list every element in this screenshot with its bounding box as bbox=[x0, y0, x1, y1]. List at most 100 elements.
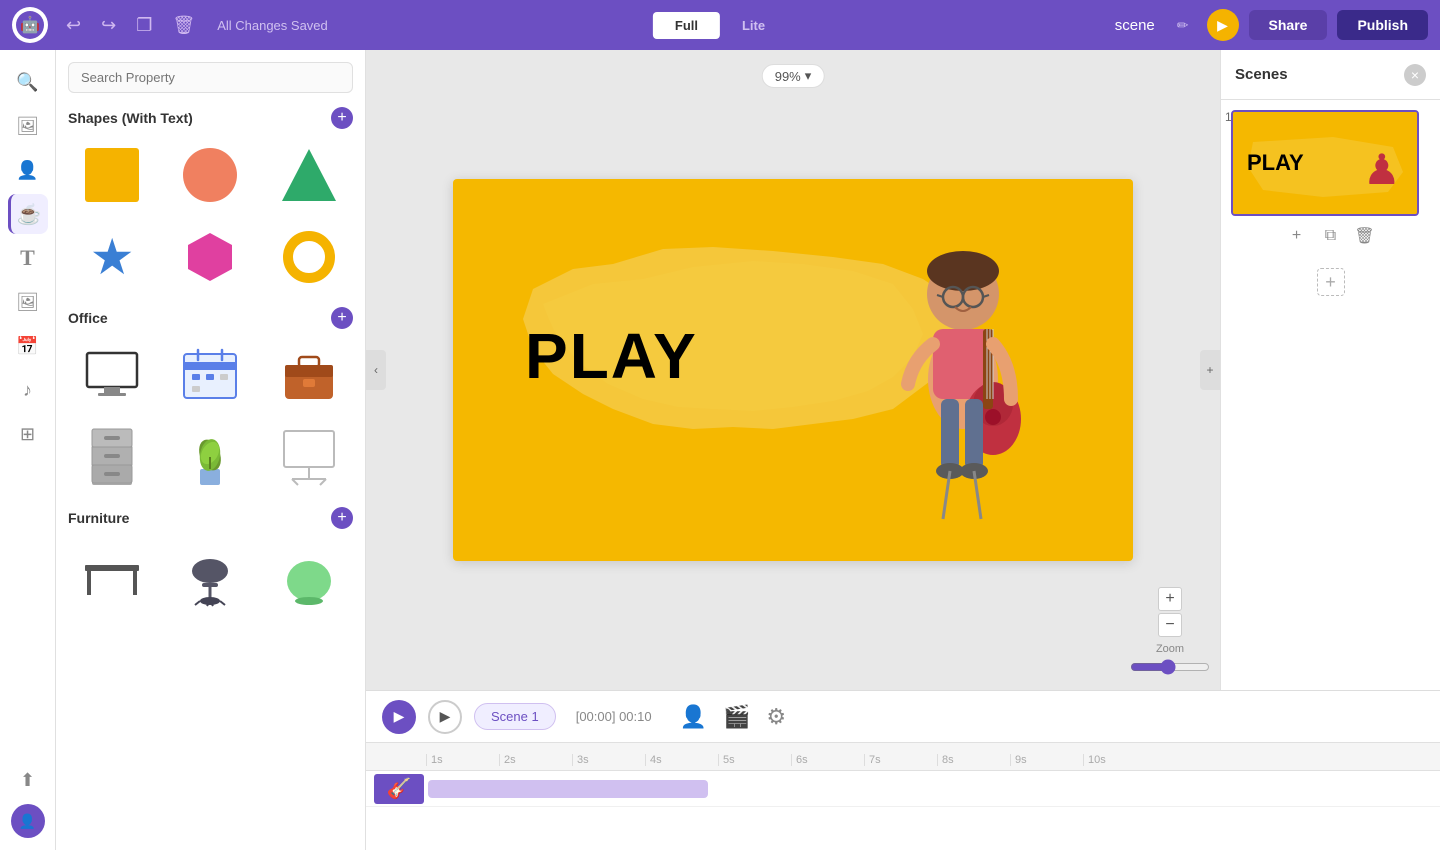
canvas-area: 99% ▾ ‹ PLAY bbox=[366, 50, 1220, 690]
ruler-10s: 10s bbox=[1083, 754, 1156, 766]
add-shape-button[interactable]: + bbox=[331, 107, 353, 129]
toggle-lite-button[interactable]: Lite bbox=[720, 12, 787, 39]
panel-collapse-handle[interactable]: ‹ bbox=[366, 350, 386, 390]
shapes-section-header: Shapes (With Text) + bbox=[68, 107, 353, 129]
track-thumb-1[interactable]: 🎸 bbox=[374, 774, 424, 804]
iconbar-text[interactable]: T bbox=[8, 238, 48, 278]
scene-delete-button[interactable]: 🗑 bbox=[1351, 222, 1379, 250]
office-title: Office bbox=[68, 310, 108, 326]
furniture-desk[interactable] bbox=[68, 539, 156, 611]
triangle-icon bbox=[282, 149, 336, 201]
timeline-media-icon[interactable]: 🎬 bbox=[723, 704, 750, 730]
undo-button[interactable]: ↩ bbox=[60, 11, 87, 40]
scenes-panel: Scenes × 1 PLAY ♟ + bbox=[1220, 50, 1440, 690]
guitarist-svg bbox=[853, 199, 1073, 539]
scene-play-text[interactable]: PLAY bbox=[525, 319, 698, 393]
iconbar-calendar[interactable]: 📅 bbox=[8, 326, 48, 366]
svg-text:PLAY: PLAY bbox=[1247, 150, 1304, 175]
edit-scene-icon[interactable]: ✏ bbox=[1177, 17, 1189, 34]
search-property-input[interactable] bbox=[68, 62, 353, 93]
canvas-scenes-wrapper: 99% ▾ ‹ PLAY bbox=[366, 50, 1440, 850]
scenes-expand-handle[interactable]: + bbox=[1200, 350, 1220, 390]
office-monitor[interactable] bbox=[68, 339, 156, 411]
iconbar-search[interactable]: 🔍 bbox=[8, 62, 48, 102]
iconbar-music[interactable]: ♪ bbox=[8, 370, 48, 410]
add-scene-panel-button[interactable]: + bbox=[1317, 268, 1345, 296]
user-avatar[interactable]: 👤 bbox=[11, 804, 45, 838]
scene-pill[interactable]: Scene 1 bbox=[474, 703, 556, 730]
track-bar-1[interactable] bbox=[428, 780, 708, 798]
office-filing-cabinet[interactable] bbox=[68, 421, 156, 493]
svg-text:♟: ♟ bbox=[1363, 146, 1401, 193]
office-chair-icon bbox=[181, 543, 239, 607]
shape-ring[interactable] bbox=[265, 221, 353, 293]
redo-button[interactable]: ↪ bbox=[95, 11, 122, 40]
timeline-settings-icon[interactable]: ⚙ bbox=[766, 704, 786, 730]
zoom-slider[interactable] bbox=[1130, 659, 1210, 675]
zoom-in-button[interactable]: + bbox=[1158, 587, 1182, 611]
ruler-4s: 4s bbox=[645, 754, 718, 766]
shape-square[interactable] bbox=[68, 139, 156, 211]
furniture-beanbag[interactable] bbox=[265, 539, 353, 611]
briefcase-icon bbox=[279, 345, 339, 405]
shape-star[interactable]: ★ bbox=[68, 221, 156, 293]
topbar-actions: ↩ ↪ ❐ 🗑 All Changes Saved bbox=[60, 11, 328, 40]
zoom-label: Zoom bbox=[1156, 643, 1184, 655]
topbar: 🤖 ↩ ↪ ❐ 🗑 All Changes Saved Full Lite sc… bbox=[0, 0, 1440, 50]
scene-copy-button[interactable]: ⧉ bbox=[1317, 222, 1345, 250]
logo-icon: 🤖 bbox=[16, 11, 44, 39]
add-furniture-button[interactable]: + bbox=[331, 507, 353, 529]
scene-label: scene bbox=[1115, 17, 1155, 34]
ruler-5s: 5s bbox=[718, 754, 791, 766]
iconbar-character[interactable]: 👤 bbox=[8, 150, 48, 190]
delete-button[interactable]: 🗑 bbox=[166, 11, 201, 40]
timeline-preview-button[interactable]: ▶ bbox=[428, 700, 462, 734]
duplicate-button[interactable]: ❐ bbox=[130, 11, 158, 40]
toggle-full-button[interactable]: Full bbox=[653, 12, 720, 39]
track-thumb-icon-1: 🎸 bbox=[387, 776, 412, 801]
iconbar-upload[interactable]: ⬆ bbox=[8, 760, 48, 800]
iconbar-widget[interactable]: ⊞ bbox=[8, 414, 48, 454]
scene-1-thumbnail[interactable]: PLAY ♟ bbox=[1231, 110, 1419, 216]
square-icon bbox=[85, 148, 139, 202]
timeline-play-button[interactable]: ▶ bbox=[382, 700, 416, 734]
beanbag-icon bbox=[280, 543, 338, 607]
zoom-out-button[interactable]: − bbox=[1158, 613, 1182, 637]
office-whiteboard[interactable] bbox=[265, 421, 353, 493]
zoom-indicator[interactable]: 99% ▾ bbox=[762, 64, 825, 88]
scene-canvas[interactable]: PLAY bbox=[453, 179, 1133, 561]
track-row-1: 🎸 bbox=[366, 771, 1440, 807]
office-briefcase[interactable] bbox=[265, 339, 353, 411]
iconbar-media[interactable]: 🖼 bbox=[8, 282, 48, 322]
zoom-dropdown-icon: ▾ bbox=[805, 68, 812, 84]
scene-add-button[interactable]: + bbox=[1283, 222, 1311, 250]
office-plant[interactable] bbox=[166, 421, 254, 493]
ruler-7s: 7s bbox=[864, 754, 937, 766]
scenes-close-button[interactable]: × bbox=[1404, 64, 1426, 86]
ruler-1s: 1s bbox=[426, 754, 499, 766]
main-layout: 🔍 🖼 👤 ☕ T 🖼 📅 ♪ ⊞ ⬆ 👤 Shapes (With Text)… bbox=[0, 50, 1440, 850]
ruler-6s: 6s bbox=[791, 754, 864, 766]
preview-play-button[interactable]: ▶ bbox=[1207, 9, 1239, 41]
iconbar-shapes[interactable]: ☕ bbox=[8, 194, 48, 234]
zoom-controls: + − Zoom bbox=[1130, 587, 1210, 675]
timeline-controls: ▶ ▶ Scene 1 [00:00] 00:10 👤 🎬 ⚙ bbox=[366, 691, 1440, 743]
whiteboard-icon bbox=[278, 425, 340, 489]
iconbar-bottom: ⬆ 👤 bbox=[8, 760, 48, 838]
iconbar-image[interactable]: 🖼 bbox=[8, 106, 48, 146]
shape-circle[interactable] bbox=[166, 139, 254, 211]
desk-icon bbox=[81, 545, 143, 605]
furniture-section-header: Furniture + bbox=[68, 507, 353, 529]
canvas-and-scenes: 99% ▾ ‹ PLAY bbox=[366, 50, 1440, 690]
publish-button[interactable]: Publish bbox=[1337, 10, 1428, 40]
furniture-office-chair[interactable] bbox=[166, 539, 254, 611]
guitarist-character[interactable] bbox=[853, 199, 1073, 539]
office-calendar[interactable] bbox=[166, 339, 254, 411]
share-button[interactable]: Share bbox=[1249, 10, 1328, 40]
logo-button[interactable]: 🤖 bbox=[12, 7, 48, 43]
shape-hex[interactable] bbox=[166, 221, 254, 293]
timeline-character-icon[interactable]: 👤 bbox=[680, 704, 707, 730]
shape-triangle[interactable] bbox=[265, 139, 353, 211]
add-office-button[interactable]: + bbox=[331, 307, 353, 329]
furniture-grid bbox=[68, 539, 353, 611]
